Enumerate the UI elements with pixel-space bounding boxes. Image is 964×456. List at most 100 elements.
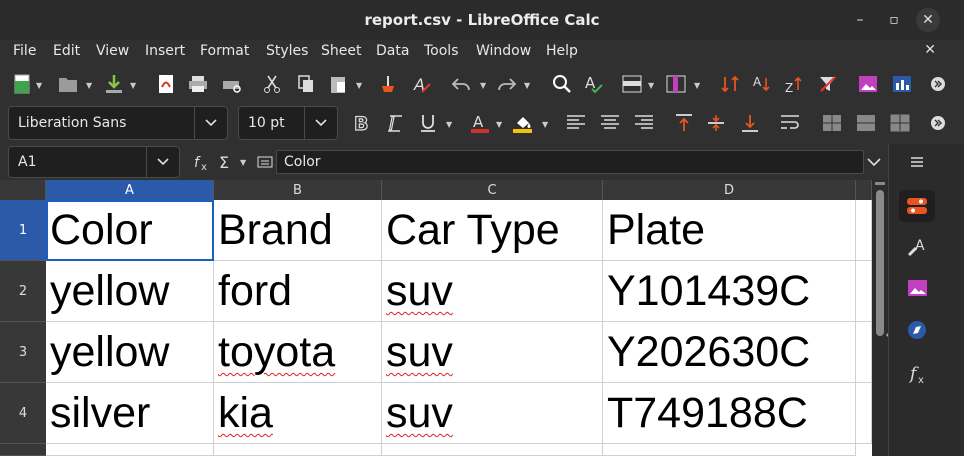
- scrollbar-thumb[interactable]: [876, 190, 884, 336]
- borders-icon[interactable]: [890, 113, 910, 133]
- menu-window[interactable]: Window: [476, 43, 531, 59]
- chevron-down-icon[interactable]: [304, 107, 337, 139]
- close-document-icon[interactable]: ✕: [924, 42, 936, 58]
- cell-a5[interactable]: [46, 444, 214, 456]
- name-box[interactable]: A1: [8, 146, 180, 178]
- cell-d5[interactable]: [603, 444, 856, 456]
- column-header-d[interactable]: D: [603, 180, 856, 200]
- cell-d2[interactable]: Y101439C: [603, 261, 856, 322]
- new-spreadsheet-icon[interactable]: [12, 74, 32, 94]
- close-window-button[interactable]: ✕: [916, 8, 940, 32]
- column-header-e[interactable]: [856, 180, 872, 200]
- print-preview-icon[interactable]: [222, 74, 242, 94]
- menu-edit[interactable]: Edit: [53, 43, 80, 59]
- cell-a2[interactable]: yellow: [46, 261, 214, 322]
- cell-e3[interactable]: [856, 322, 872, 383]
- cell-c4[interactable]: suv: [382, 383, 603, 444]
- merge-cells-icon[interactable]: [822, 113, 842, 133]
- sort-ascending-icon[interactable]: A: [752, 74, 772, 94]
- row-header-3[interactable]: 3: [0, 322, 46, 383]
- insert-image-icon[interactable]: [858, 74, 878, 94]
- font-name-box[interactable]: Liberation Sans: [8, 106, 228, 140]
- gallery-icon[interactable]: [907, 278, 927, 298]
- copy-icon[interactable]: [296, 74, 316, 94]
- cell-a1[interactable]: Color: [46, 200, 214, 261]
- cell-c1[interactable]: Car Type: [382, 200, 603, 261]
- cell-b5[interactable]: [214, 444, 382, 456]
- menu-sheet[interactable]: Sheet: [321, 43, 361, 59]
- functions-icon[interactable]: fx: [907, 364, 927, 385]
- export-pdf-icon[interactable]: [156, 74, 176, 94]
- menu-insert[interactable]: Insert: [145, 43, 185, 59]
- spreadsheet-grid[interactable]: A B C D 1 2 3 4 Color Brand Car Type Pla…: [0, 180, 888, 456]
- cell-c2[interactable]: suv: [382, 261, 603, 322]
- cell-b4[interactable]: kia: [214, 383, 382, 444]
- row-header-5[interactable]: [0, 444, 46, 456]
- formula-input[interactable]: Color: [276, 150, 864, 174]
- wrap-text-icon[interactable]: [780, 113, 800, 133]
- column-header-c[interactable]: C: [382, 180, 603, 200]
- cell-c3[interactable]: suv: [382, 322, 603, 383]
- column-header-b[interactable]: B: [214, 180, 382, 200]
- column-header-a[interactable]: A: [46, 180, 214, 200]
- highlight-color-icon[interactable]: [512, 113, 532, 133]
- italic-icon[interactable]: I: [386, 113, 406, 133]
- cell-d3[interactable]: Y202630C: [603, 322, 856, 383]
- cell-a4[interactable]: silver: [46, 383, 214, 444]
- menu-tools[interactable]: Tools: [424, 43, 459, 59]
- menu-data[interactable]: Data: [376, 43, 409, 59]
- vertical-scrollbar[interactable]: [872, 180, 891, 456]
- row-icon[interactable]: [622, 74, 642, 94]
- cell-e4[interactable]: [856, 383, 872, 444]
- cell-d4[interactable]: T749188C: [603, 383, 856, 444]
- sort-descending-icon[interactable]: Z: [784, 74, 804, 94]
- align-top-icon[interactable]: [674, 113, 694, 133]
- select-all-corner[interactable]: [0, 180, 46, 200]
- font-color-icon[interactable]: A: [470, 113, 490, 133]
- row-header-4[interactable]: 4: [0, 383, 46, 444]
- align-bottom-icon[interactable]: [740, 113, 760, 133]
- cell-c5[interactable]: [382, 444, 603, 456]
- clone-formatting-icon[interactable]: [378, 74, 398, 94]
- formula-equals-icon[interactable]: [255, 152, 275, 172]
- cell-d1[interactable]: Plate: [603, 200, 856, 261]
- sidebar-menu-icon[interactable]: [907, 152, 927, 172]
- menu-view[interactable]: View: [96, 43, 129, 59]
- undo-icon[interactable]: [452, 74, 472, 94]
- cell-a3[interactable]: yellow: [46, 322, 214, 383]
- menu-file[interactable]: File: [13, 43, 36, 59]
- align-left-icon[interactable]: [566, 113, 586, 133]
- clear-formatting-icon[interactable]: A: [412, 74, 432, 94]
- function-wizard-icon[interactable]: fx: [194, 152, 214, 172]
- cell-b1[interactable]: Brand: [214, 200, 382, 261]
- align-center-icon[interactable]: [600, 113, 620, 133]
- expand-formula-icon[interactable]: [864, 152, 884, 172]
- redo-icon[interactable]: [496, 74, 516, 94]
- column-icon[interactable]: [666, 74, 686, 94]
- chevron-down-icon[interactable]: [146, 147, 179, 177]
- sort-icon[interactable]: [720, 74, 740, 94]
- font-size-box[interactable]: 10 pt: [238, 106, 338, 140]
- sum-icon[interactable]: Σ: [216, 152, 236, 172]
- navigator-icon[interactable]: [907, 320, 927, 340]
- more-options-icon[interactable]: [928, 113, 948, 133]
- print-icon[interactable]: [188, 74, 208, 94]
- cell-e1[interactable]: [856, 200, 872, 261]
- bold-icon[interactable]: B: [352, 113, 372, 133]
- menu-styles[interactable]: Styles: [266, 43, 308, 59]
- menu-format[interactable]: Format: [200, 43, 249, 59]
- open-folder-icon[interactable]: [58, 74, 78, 94]
- row-header-1[interactable]: 1: [0, 200, 46, 261]
- minimize-button[interactable]: –: [848, 8, 872, 32]
- save-icon[interactable]: [104, 74, 124, 94]
- autofilter-icon[interactable]: [818, 74, 838, 94]
- cut-icon[interactable]: [262, 74, 282, 94]
- unmerge-cells-icon[interactable]: [856, 113, 876, 133]
- paste-icon[interactable]: [328, 74, 348, 94]
- cell-b2[interactable]: ford: [214, 261, 382, 322]
- more-options-icon[interactable]: [928, 74, 948, 94]
- styles-icon[interactable]: A: [907, 236, 927, 257]
- cell-b3[interactable]: toyota: [214, 322, 382, 383]
- maximize-button[interactable]: ▫: [882, 8, 906, 32]
- chevron-down-icon[interactable]: [194, 107, 227, 139]
